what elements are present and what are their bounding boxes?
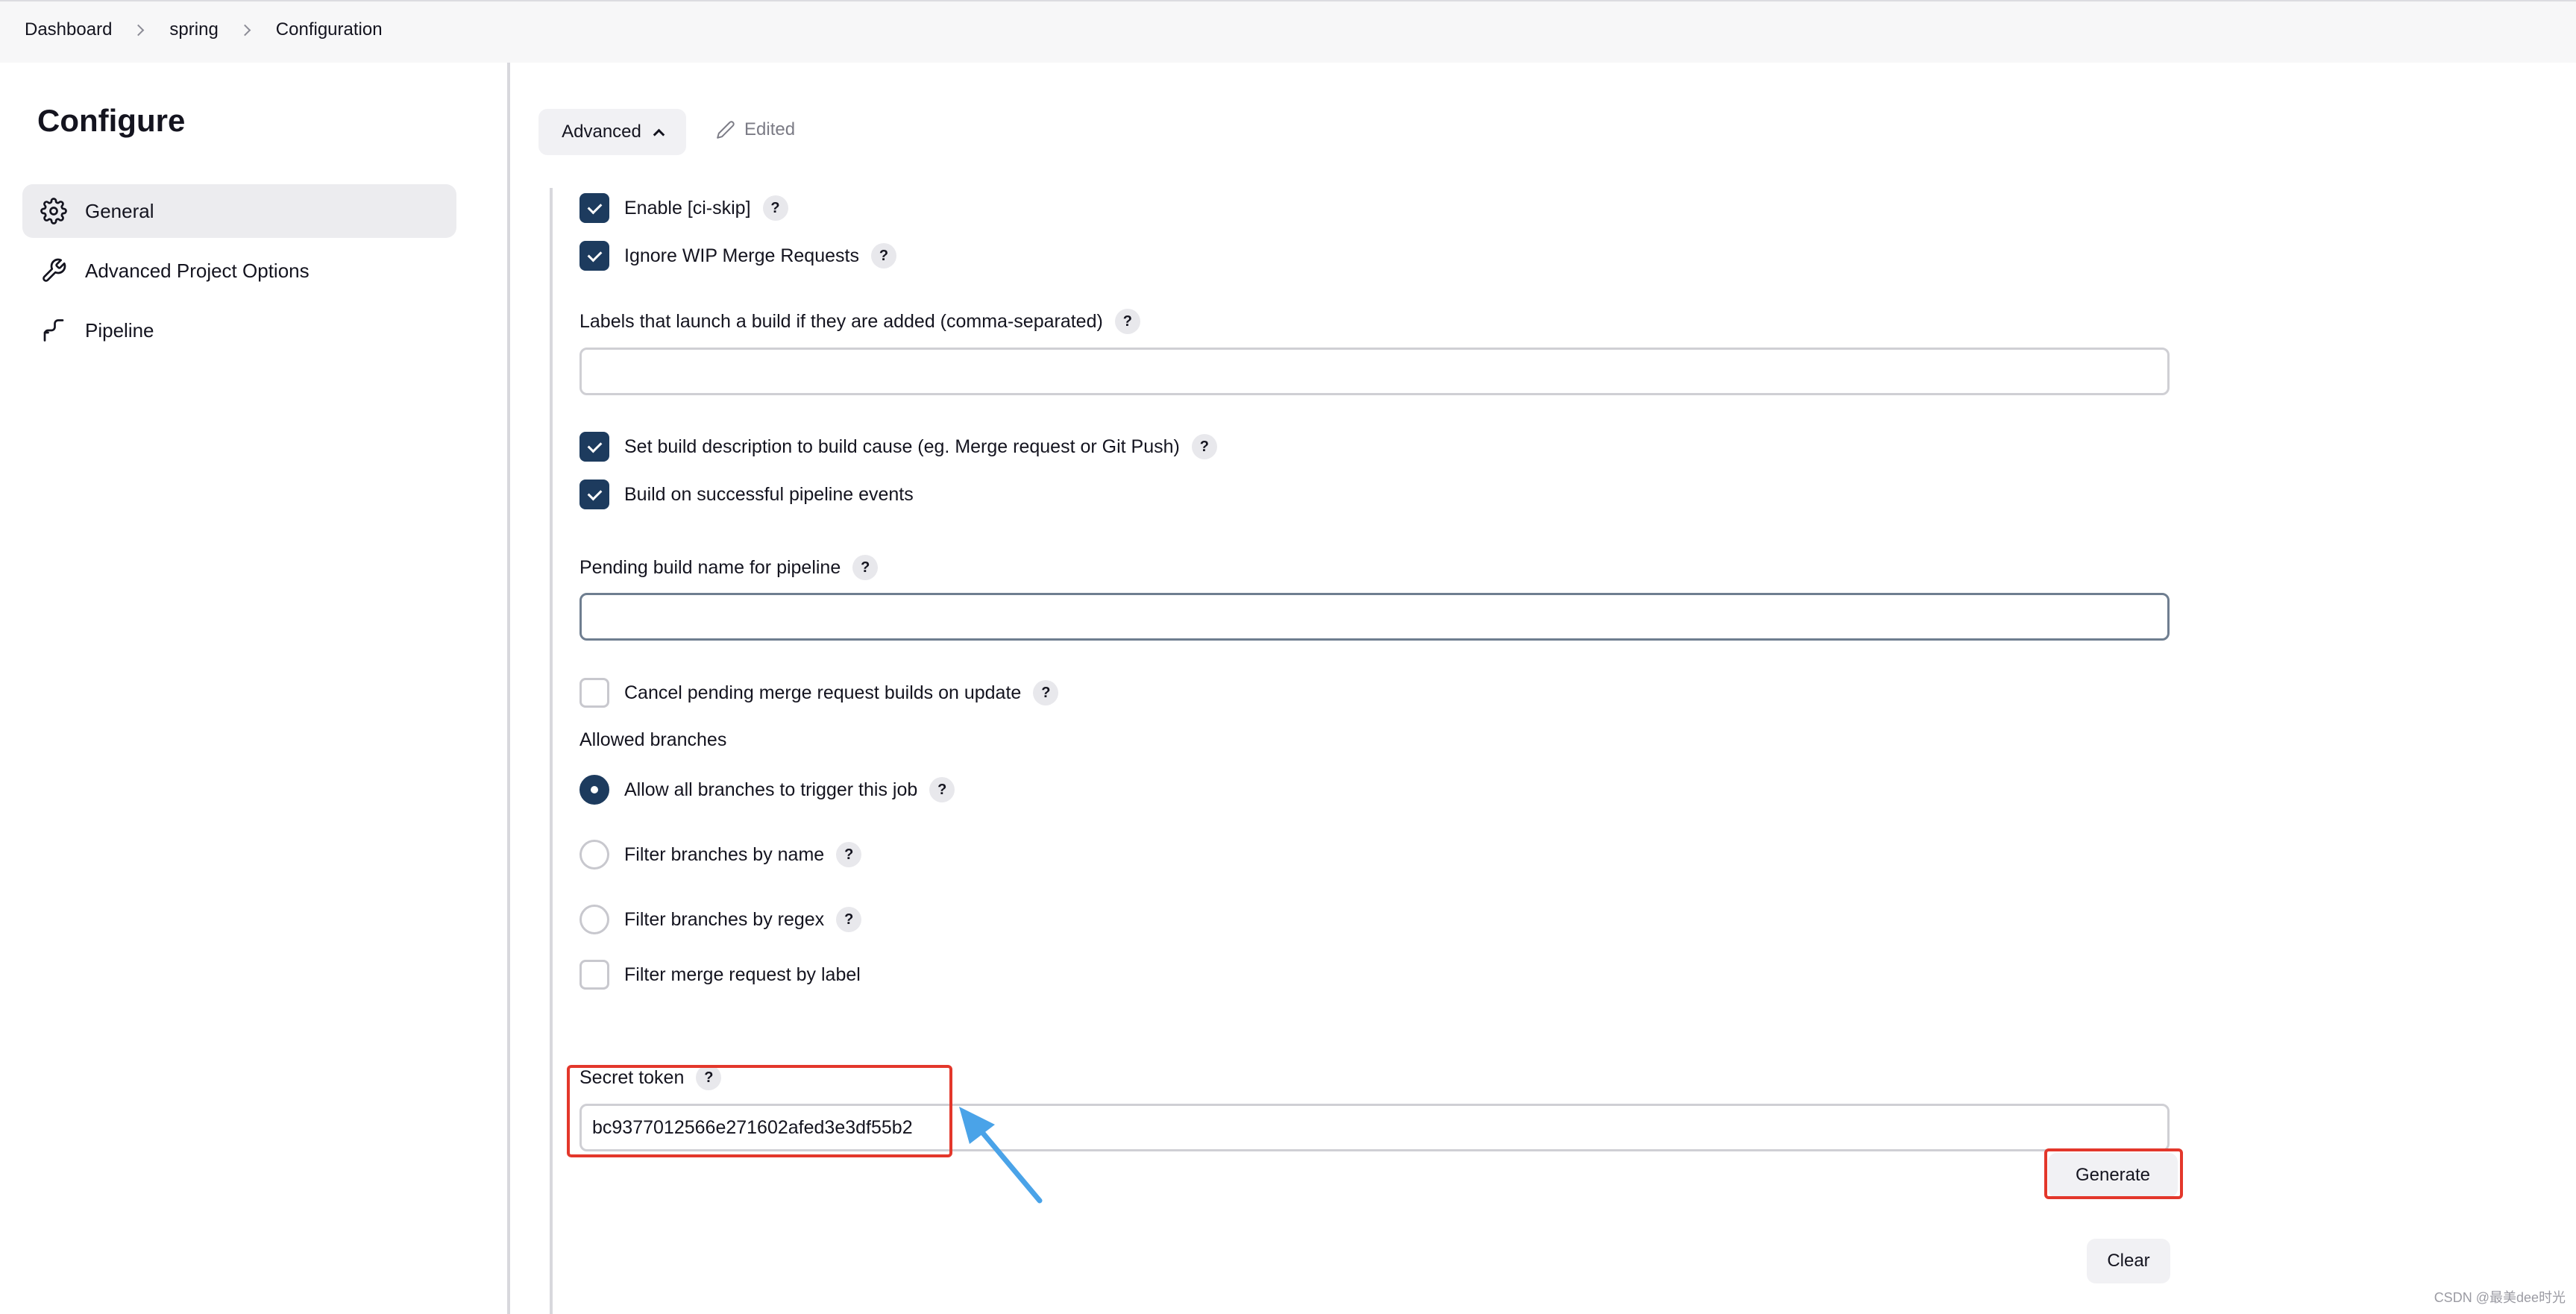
watermark: CSDN @最美dee时光 bbox=[2434, 1290, 2566, 1305]
help-icon[interactable]: ? bbox=[1114, 309, 1140, 334]
sidebar-divider bbox=[507, 63, 510, 1314]
filter-by-regex-radio[interactable] bbox=[579, 905, 609, 934]
labels-input[interactable] bbox=[579, 348, 2170, 395]
chevron-right-icon bbox=[239, 24, 251, 36]
filter-by-label-checkbox[interactable] bbox=[579, 960, 609, 990]
allowed-branches-title: Allowed branches bbox=[579, 729, 727, 750]
help-icon[interactable]: ? bbox=[852, 555, 879, 580]
filter-by-name-label: Filter branches by name bbox=[624, 843, 825, 865]
allow-all-branches-label: Allow all branches to trigger this job bbox=[624, 779, 918, 800]
option-set-build-description: Set build description to build cause (eg… bbox=[579, 432, 1217, 462]
option-ignore-wip: Ignore WIP Merge Requests ? bbox=[579, 241, 896, 271]
breadcrumb-dashboard[interactable]: Dashboard bbox=[25, 19, 112, 40]
chevron-right-icon bbox=[133, 24, 145, 36]
sidebar-item-general[interactable]: General bbox=[22, 184, 456, 238]
pencil-icon bbox=[717, 121, 735, 139]
help-icon[interactable]: ? bbox=[836, 907, 862, 932]
help-icon[interactable]: ? bbox=[762, 195, 788, 221]
clear-button[interactable]: Clear bbox=[2087, 1239, 2170, 1283]
ci-skip-label: Enable [ci-skip] bbox=[624, 197, 751, 219]
filter-by-label-label: Filter merge request by label bbox=[624, 964, 861, 985]
radio-filter-by-name: Filter branches by name ? bbox=[579, 840, 862, 870]
annotation-highlight-generate bbox=[2044, 1148, 2183, 1199]
cancel-pending-label: Cancel pending merge request builds on u… bbox=[624, 682, 1022, 703]
help-icon[interactable]: ? bbox=[870, 243, 896, 268]
cancel-pending-checkbox[interactable] bbox=[579, 678, 609, 708]
chevron-up-icon bbox=[653, 128, 665, 140]
help-icon[interactable]: ? bbox=[836, 842, 862, 867]
help-icon[interactable]: ? bbox=[1033, 680, 1059, 705]
help-icon[interactable]: ? bbox=[1191, 434, 1217, 459]
sidebar-item-advanced-project-options[interactable]: Advanced Project Options bbox=[22, 244, 456, 298]
gear-icon bbox=[39, 196, 69, 226]
filter-by-name-radio[interactable] bbox=[579, 840, 609, 870]
sidebar-item-label: General bbox=[85, 199, 154, 222]
labels-field-label: Labels that launch a build if they are a… bbox=[579, 309, 1140, 334]
sidebar-item-label: Pipeline bbox=[85, 318, 154, 342]
allow-all-branches-radio[interactable] bbox=[579, 775, 609, 805]
set-build-description-checkbox[interactable] bbox=[579, 432, 609, 462]
breadcrumb-configuration[interactable]: Configuration bbox=[276, 19, 383, 40]
build-on-pipeline-checkbox[interactable] bbox=[579, 480, 609, 509]
sidebar-item-pipeline[interactable]: Pipeline bbox=[22, 304, 456, 357]
top-bar: Dashboard spring Configuration bbox=[0, 0, 2576, 63]
wrench-icon bbox=[39, 256, 69, 286]
ignore-wip-label: Ignore WIP Merge Requests bbox=[624, 245, 859, 266]
pending-build-name-label: Pending build name for pipeline ? bbox=[579, 555, 879, 580]
filter-by-regex-label: Filter branches by regex bbox=[624, 908, 825, 930]
help-icon[interactable]: ? bbox=[929, 777, 955, 802]
breadcrumb-spring[interactable]: spring bbox=[169, 19, 218, 40]
advanced-toggle-button[interactable]: Advanced bbox=[538, 109, 686, 155]
breadcrumb: Dashboard spring Configuration bbox=[25, 19, 383, 40]
option-filter-by-label: Filter merge request by label bbox=[579, 960, 861, 990]
ci-skip-checkbox[interactable] bbox=[579, 193, 609, 223]
option-cancel-pending: Cancel pending merge request builds on u… bbox=[579, 678, 1059, 708]
build-on-pipeline-label: Build on successful pipeline events bbox=[624, 483, 914, 505]
option-ci-skip: Enable [ci-skip] ? bbox=[579, 193, 788, 223]
pending-build-name-label-text: Pending build name for pipeline bbox=[579, 556, 841, 578]
radio-allow-all-branches: Allow all branches to trigger this job ? bbox=[579, 775, 955, 805]
labels-field-label-text: Labels that launch a build if they are a… bbox=[579, 310, 1103, 332]
sidebar-item-label: Advanced Project Options bbox=[85, 259, 310, 282]
advanced-button-label: Advanced bbox=[562, 122, 641, 142]
page-title: Configure bbox=[37, 103, 186, 138]
pipeline-icon bbox=[39, 315, 69, 345]
ignore-wip-checkbox[interactable] bbox=[579, 241, 609, 271]
annotation-highlight-token bbox=[567, 1065, 952, 1157]
section-rule bbox=[550, 188, 553, 1314]
pending-build-name-input[interactable] bbox=[579, 593, 2170, 641]
set-build-description-label: Set build description to build cause (eg… bbox=[624, 436, 1180, 457]
radio-filter-by-regex: Filter branches by regex ? bbox=[579, 905, 862, 934]
option-build-on-pipeline: Build on successful pipeline events bbox=[579, 480, 914, 509]
edited-indicator: Edited bbox=[716, 119, 795, 140]
annotation-arrow-icon bbox=[959, 1107, 1043, 1204]
edited-label: Edited bbox=[744, 119, 796, 139]
